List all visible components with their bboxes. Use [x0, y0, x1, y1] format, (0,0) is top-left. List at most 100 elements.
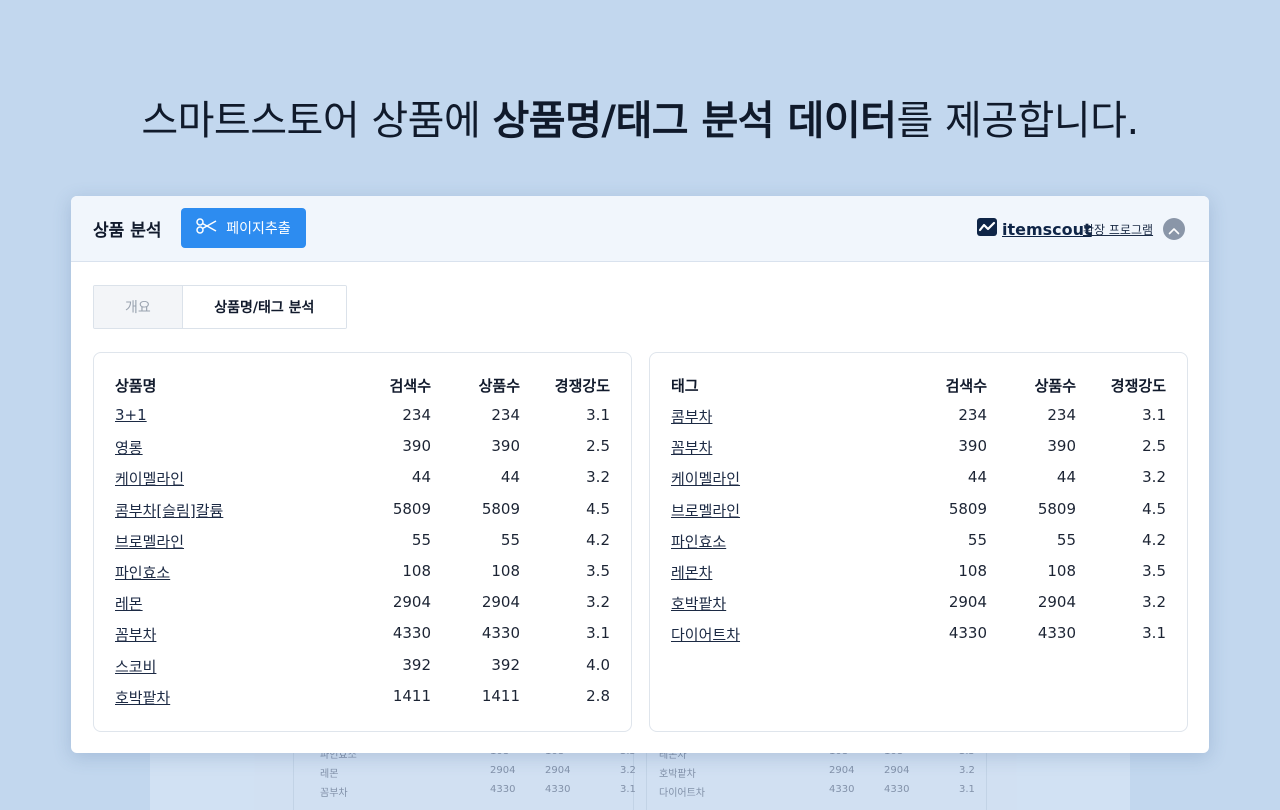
- tag-keyword-link[interactable]: 호박팥차: [671, 593, 726, 614]
- product-keyword-link[interactable]: 3+1: [115, 406, 147, 424]
- table-row: 3+1 234 234 3.1: [94, 406, 631, 430]
- itemscout-logo-icon: [977, 218, 997, 240]
- product-competition-cell: 4.5: [586, 500, 610, 518]
- tag-competition-cell: 4.5: [1142, 500, 1166, 518]
- product-keyword-link[interactable]: 레몬: [115, 593, 143, 614]
- page-extract-button[interactable]: 페이지추출: [181, 208, 306, 248]
- product-search-count-cell: 4330: [393, 624, 431, 642]
- tab-overview[interactable]: 개요: [94, 286, 183, 328]
- headline-bold: 상품명/태그 분석 데이터: [492, 98, 896, 144]
- background-sheet-cell: 호박팥차: [659, 765, 696, 780]
- product-product-count-cell: 4330: [482, 624, 520, 642]
- analysis-panel: 상품 분석 페이지추출 itemscout 확장 프로그램: [71, 196, 1209, 753]
- tag-keyword-link[interactable]: 다이어트차: [671, 624, 740, 645]
- tag-competition-cell: 3.5: [1142, 562, 1166, 580]
- table-row: 브로멜라인 5809 5809 4.5: [650, 500, 1187, 524]
- extension-program-link[interactable]: 확장 프로그램: [1083, 221, 1153, 238]
- tag-header-name: 태그: [671, 375, 699, 396]
- brand[interactable]: itemscout: [977, 218, 1092, 240]
- table-row: 영롱3903902.5: [94, 437, 631, 461]
- background-sheet-cell: 3.2: [959, 765, 975, 776]
- tag-competition-cell: 2.5: [1142, 437, 1166, 455]
- product-product-count-cell: 2904: [482, 593, 520, 611]
- tag-product-count-cell: 234: [1047, 406, 1076, 424]
- tag-table: 태그검색수상품수경쟁강도콤부차2342343.1꼼부차3903902.5케이멜라…: [649, 352, 1188, 732]
- product-competition-cell: 3.1: [586, 406, 610, 424]
- product-header-name: 상품명: [115, 375, 156, 396]
- product-product-count-cell: 108: [491, 562, 520, 580]
- product-product-count-cell: 392: [491, 656, 520, 674]
- tag-competition-cell: 4.2: [1142, 531, 1166, 549]
- headline-suffix: 를 제공합니다.: [896, 98, 1138, 144]
- product-competition-cell: 2.5: [586, 437, 610, 455]
- tab-name-tag-analysis[interactable]: 상품명/태그 분석: [183, 286, 346, 328]
- product-keyword-link[interactable]: 꼼부차: [115, 624, 156, 645]
- background-sheet-cell: 2904: [490, 765, 515, 776]
- panel-header: 상품 분석 페이지추출 itemscout 확장 프로그램: [71, 196, 1209, 262]
- tag-competition-cell: 3.2: [1142, 468, 1166, 486]
- tag-keyword-link[interactable]: 브로멜라인: [671, 500, 740, 521]
- background-sheet-cell: 꼼부차: [320, 784, 348, 799]
- background-sheet-cell: 4330: [490, 784, 515, 795]
- table-row: 꼼부차3903902.5: [650, 437, 1187, 461]
- chevron-up-icon: [1168, 220, 1180, 239]
- tag-keyword-link[interactable]: 케이멜라인: [671, 468, 740, 489]
- product-header-competition: 경쟁강도: [555, 375, 610, 396]
- brand-name: itemscout: [1002, 220, 1092, 239]
- product-keyword-link[interactable]: 영롱: [115, 437, 143, 458]
- tag-search-count-cell: 55: [968, 531, 987, 549]
- tag-competition-cell: 3.2: [1142, 593, 1166, 611]
- tag-keyword-link[interactable]: 콤부차: [671, 406, 712, 427]
- tag-product-count-cell: 44: [1057, 468, 1076, 486]
- product-search-count-cell: 392: [402, 656, 431, 674]
- table-row: 레몬차1081083.5: [650, 562, 1187, 586]
- product-keyword-link[interactable]: 브로멜라인: [115, 531, 184, 552]
- collapse-button[interactable]: [1163, 218, 1185, 240]
- table-row: 콤부차2342343.1: [650, 406, 1187, 430]
- product-keyword-link[interactable]: 스코비: [115, 656, 156, 677]
- scissors-icon: [196, 218, 218, 238]
- background-sheet-cell: 3.1: [620, 784, 636, 795]
- tag-competition-cell: 3.1: [1142, 624, 1166, 642]
- product-search-count-cell: 234: [402, 406, 431, 424]
- product-competition-cell: 3.2: [586, 593, 610, 611]
- tag-keyword-link[interactable]: 파인효소: [671, 531, 726, 552]
- product-product-count-cell: 390: [491, 437, 520, 455]
- tag-product-count-cell: 108: [1047, 562, 1076, 580]
- product-product-count-cell: 1411: [482, 687, 520, 705]
- background-sheet-cell: 4330: [829, 784, 854, 795]
- product-keyword-link[interactable]: 호박팥차: [115, 687, 170, 708]
- tag-keyword-link[interactable]: 꼼부차: [671, 437, 712, 458]
- table-row: 호박팥차141114112.8: [94, 687, 631, 711]
- tag-header-competition: 경쟁강도: [1111, 375, 1166, 396]
- tag-header-row: 태그검색수상품수경쟁강도: [650, 375, 1187, 399]
- product-keyword-link[interactable]: 케이멜라인: [115, 468, 184, 489]
- product-competition-cell: 4.2: [586, 531, 610, 549]
- tag-product-count-cell: 5809: [1038, 500, 1076, 518]
- product-product-count-cell: 44: [501, 468, 520, 486]
- product-header-search-count: 검색수: [390, 375, 431, 396]
- product-competition-cell: 3.2: [586, 468, 610, 486]
- background-sheet-cell: 2904: [884, 765, 909, 776]
- headline: 스마트스토어 상품에 상품명/태그 분석 데이터를 제공합니다.: [0, 88, 1280, 146]
- product-keyword-link[interactable]: 콤부차[슬림]칼륨: [115, 500, 223, 521]
- tag-product-count-cell: 2904: [1038, 593, 1076, 611]
- tag-search-count-cell: 5809: [949, 500, 987, 518]
- table-row: 콤부차[슬림]칼륨580958094.5: [94, 500, 631, 524]
- headline-prefix: 스마트스토어 상품에: [141, 98, 492, 144]
- product-competition-cell: 3.5: [586, 562, 610, 580]
- tag-keyword-link[interactable]: 레몬차: [671, 562, 712, 583]
- table-row: 호박팥차290429043.2: [650, 593, 1187, 617]
- product-product-count-cell: 234: [491, 406, 520, 424]
- table-row: 파인효소1081083.5: [94, 562, 631, 586]
- tag-header-search-count: 검색수: [946, 375, 987, 396]
- product-keyword-link[interactable]: 파인효소: [115, 562, 170, 583]
- background-sheet-cell: 2904: [545, 765, 570, 776]
- tag-search-count-cell: 390: [958, 437, 987, 455]
- background-sheet-cell: 2904: [829, 765, 854, 776]
- background-sheet-cell: 3.2: [620, 765, 636, 776]
- table-row: 파인효소55554.2: [650, 531, 1187, 555]
- product-competition-cell: 3.1: [586, 624, 610, 642]
- background-sheet-cell: 3.1: [959, 784, 975, 795]
- table-row: 레몬290429043.2: [94, 593, 631, 617]
